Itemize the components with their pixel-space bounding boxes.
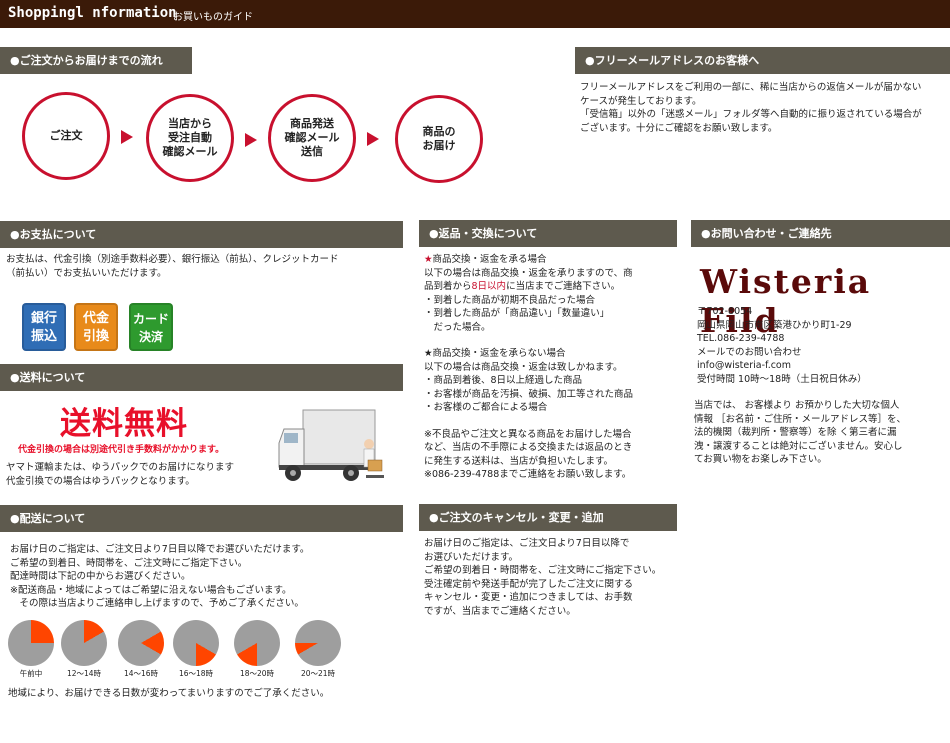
free-mail-text: フリーメールアドレスをご利用の一部に、稀に当店からの返信メールが届かない ケース…	[580, 81, 950, 135]
time-slot-pie-icon	[173, 620, 219, 666]
text-line: 以下の場合は商品交換・返金を承りますので、商	[424, 267, 633, 279]
page-subtitle: お買いものガイド	[173, 12, 253, 23]
text-line: ・お客様が商品を汚損、破損、加工等された商品	[424, 388, 634, 400]
text-line: ヤマト運輸または、ゆうパックでのお届けになります	[6, 462, 235, 473]
page-top-bar: Shoppingl nformation お買いものガイド	[0, 0, 950, 28]
text-line: 以下の場合は商品交換・返金は致しかねます。	[424, 361, 623, 373]
payment-text: お支払は、代金引換（別途手数料必要）、銀行振込（前払）、クレジットカード （前払…	[6, 253, 406, 280]
text-line: （前払い）でお支払いいただけます。	[6, 267, 167, 279]
text-line: ご希望の到着日・時間帯を、ご注文時にご指定下さい。	[424, 565, 662, 576]
payment-header: ●お支払について	[0, 221, 403, 248]
text-line: 当店では、 お客様より お預かりした大切な個人	[694, 400, 900, 411]
time-slot-label: 20〜21時	[300, 669, 336, 678]
card-payment-badge: カード 決済	[129, 303, 173, 351]
text-line: フリーメールアドレスをご利用の一部に、稀に当店からの返信メールが届かない	[580, 82, 922, 93]
text-line: キャンセル・変更・追加につきましては、お手数	[424, 592, 633, 603]
text-line: ご希望の到着日、時間帯を、ご注文時にご指定下さい。	[10, 557, 248, 569]
text-line: 「受信箱」以外の「迷惑メール」フォルダ等へ自動的に振り返されている場合が	[580, 109, 922, 120]
free-mail-header: ●フリーメールアドレスのお客様へ	[575, 47, 950, 74]
flow-step-delivery: 商品の お届け	[395, 95, 483, 183]
phone-number: TEL.086-239-4788	[697, 333, 785, 344]
flow-step-confirm-mail: 当店から 受注自動 確認メール	[146, 94, 234, 182]
email-link[interactable]: info@wisteria-f.com	[697, 359, 947, 373]
postal-code: 〒702-8054	[697, 306, 753, 317]
flow-header: ●ご注文からお届けまでの流れ	[0, 47, 192, 74]
text-line: ございます。十分にご確認をお願い致します。	[580, 122, 778, 134]
returns-reject-title: ★商品交換・返金を承らない場合	[424, 348, 566, 359]
flow-step-order: ご注文	[22, 92, 110, 180]
text-line: その際は当店よりご連絡申し上げますので、予めご了承ください。	[10, 598, 304, 609]
text-line: お届け日のご指定は、ご注文日より7日目以降で	[424, 538, 630, 549]
time-slot-label: 12〜14時	[66, 669, 102, 678]
time-slot-pie-icon	[8, 620, 54, 666]
cod-fee-note: 代金引換の場合は別途代引き手数料がかかります。	[18, 445, 225, 455]
bank-transfer-badge: 銀行 振込	[22, 303, 66, 351]
shipping-fee-header: ●送料について	[0, 364, 403, 391]
time-slot-pie-icon	[295, 620, 341, 666]
time-slot-label: 午前中	[19, 669, 43, 678]
time-slot-label: 14〜16時	[123, 669, 159, 678]
cash-on-delivery-badge: 代金 引換	[74, 303, 118, 351]
flow-arrow-icon	[245, 133, 257, 147]
contact-header: ●お問い合わせ・ご連絡先	[691, 220, 950, 247]
text-line: 情報 ［お名前・ご住所・メールアドレス等］を、	[694, 413, 907, 425]
text-line: 法的機関（裁判所・警察等）を除 く第三者に漏	[694, 427, 897, 438]
text-line: メールでのお問い合わせ	[697, 346, 802, 358]
text-line: 配達時間は下記の中からお選びください。	[10, 571, 191, 582]
page-title: Shoppingl nformation	[8, 5, 177, 21]
privacy-text: 当店では、 お客様より お預かりした大切な個人 情報 ［お名前・ご住所・メールア…	[694, 399, 946, 467]
text-line: お届け日のご指定は、ご注文日より7日目以降でお選びいただけます。	[10, 544, 310, 555]
text-line: ・商品到着後、8日以上経過した商品	[424, 375, 583, 386]
text-line: 受注確定前や発送手配が完了したご注文に関する	[424, 578, 634, 590]
shipping-fee-text: ヤマト運輸または、ゆうパックでのお届けになります 代金引換での場合はゆうパックと…	[6, 461, 286, 488]
text-segment: に当店までご連絡下さい。	[506, 281, 621, 292]
business-hours: 受付時間 10時〜18時（土日祝日休み）	[697, 373, 867, 385]
delivery-footer: 地域により、お届けできる日数が変わってまいりますのでご了承ください。	[8, 688, 330, 699]
text-segment: 品到着から	[424, 281, 472, 292]
returns-text: ★商品交換・返金を承る場合 以下の場合は商品交換・返金を承りますので、商 品到着…	[424, 253, 684, 482]
text-line: に発生する送料は、当店が負担いたします。	[424, 455, 614, 467]
time-slot-pie-icon	[234, 620, 280, 666]
text-line: ですが、当店までご連絡ください。	[424, 605, 576, 617]
cancel-text: お届け日のご指定は、ご注文日より7日目以降で お選びいただけます。 ご希望の到着…	[424, 537, 684, 618]
delivery-truck-icon	[278, 409, 384, 481]
text-line: ・到着した商品が初期不良品だった場合	[424, 294, 596, 306]
text-line: だった場合。	[424, 321, 491, 333]
flow-arrow-icon	[367, 132, 379, 146]
text-line: ・到着した商品が「商品違い」「数量違い」	[424, 308, 610, 319]
time-slot-label: 16〜18時	[178, 669, 214, 678]
delivery-header: ●配送について	[0, 505, 403, 532]
text-line: ※086-239-4788までご連絡をお願い致します。	[424, 469, 632, 480]
time-slot-pie-icon	[118, 620, 164, 666]
address: 岡山県岡山市南区築港ひかり町1-29	[697, 319, 852, 331]
text-line: 代金引換での場合はゆうパックとなります。	[6, 475, 195, 487]
text-line: お支払は、代金引換（別途手数料必要）、銀行振込（前払）、クレジットカード	[6, 254, 339, 265]
text-line: ※不良品やご注文と異なる商品をお届けした場合	[424, 428, 632, 440]
text-line: 洩・譲渡することは絶対にございません。安心し	[694, 440, 903, 452]
text-line: てお買い物をお楽しみ下さい。	[694, 454, 827, 465]
deadline-highlight: 8日以内	[471, 281, 507, 292]
text-line: 品到着から8日以内に当店までご連絡下さい。	[424, 280, 684, 294]
text-line: ★商品交換・返金を承る場合	[424, 254, 547, 265]
text-line: お選びいただけます。	[424, 551, 519, 563]
returns-header: ●返品・交換について	[419, 220, 677, 247]
text-line: など、当店の不手際による交換または返品のとき	[424, 442, 633, 453]
text-line: ※配送商品・地域によってはご希望に沿えない場合もございます。	[10, 584, 292, 596]
text-line: ・お客様のご都合による場合	[424, 402, 548, 413]
text-line: ケースが発生しております。	[580, 95, 702, 107]
flow-step-shipping-mail: 商品発送 確認メール 送信	[268, 94, 356, 182]
free-shipping-banner: 送料無料	[60, 406, 188, 442]
time-slot-label: 18〜20時	[239, 669, 275, 678]
returns-accept-title: 商品交換・返金を承る場合	[432, 254, 547, 265]
flow-arrow-icon	[121, 130, 133, 144]
time-slot-pie-icon	[61, 620, 107, 666]
cancel-header: ●ご注文のキャンセル・変更・追加	[419, 504, 677, 531]
delivery-text: お届け日のご指定は、ご注文日より7日目以降でお選びいただけます。 ご希望の到着日…	[10, 543, 400, 611]
contact-info: 〒702-8054 岡山県岡山市南区築港ひかり町1-29 TEL.086-239…	[697, 305, 947, 386]
